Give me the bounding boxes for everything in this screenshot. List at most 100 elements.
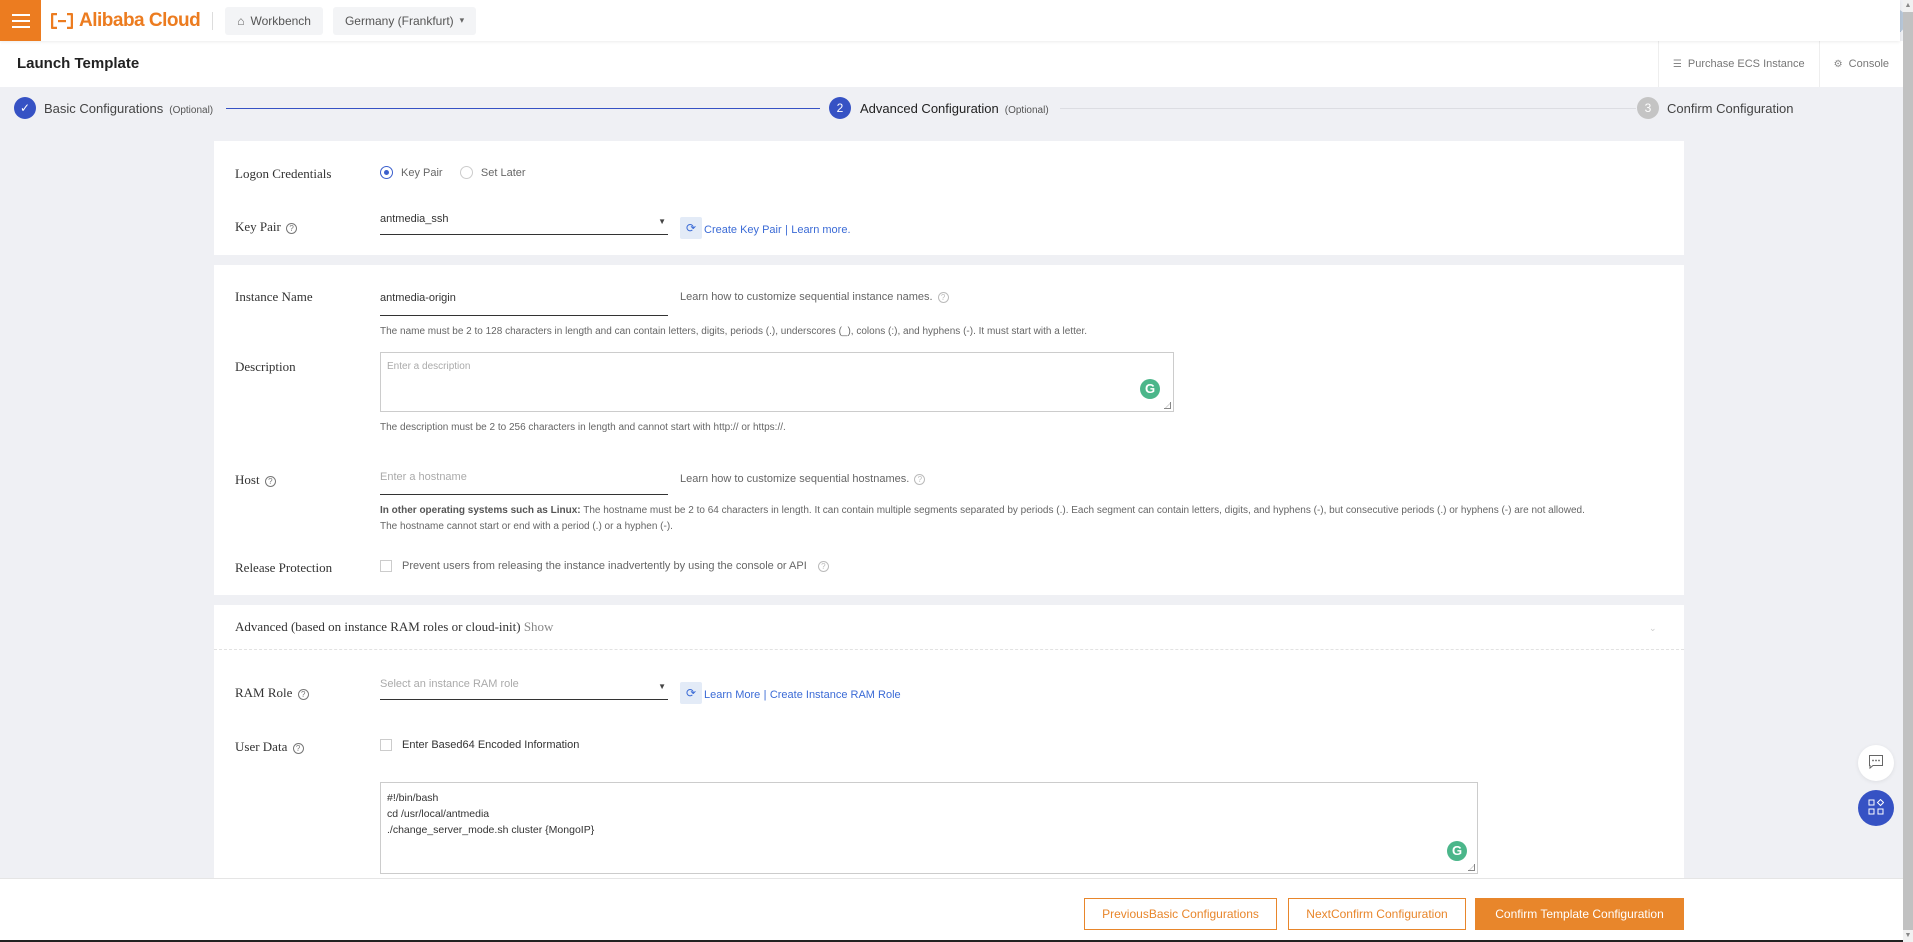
- region-label: Germany (Frankfurt): [344, 13, 454, 28]
- grammarly-icon[interactable]: G: [1140, 379, 1160, 399]
- instance-card: Instance Name antmedia-origin Learn how …: [214, 265, 1684, 595]
- help-icon[interactable]: ?: [286, 222, 298, 234]
- ram-role-label-text: RAM Role: [235, 685, 293, 700]
- page-scrollbar[interactable]: ▲ ▼: [1903, 0, 1913, 942]
- brand-logo[interactable]: Alibaba Cloud: [51, 9, 201, 32]
- user-data-label-text: User Data: [235, 739, 288, 754]
- workbench-label: Workbench: [250, 13, 311, 28]
- instance-name-label: Instance Name: [235, 289, 313, 304]
- help-icon[interactable]: ?: [292, 742, 304, 754]
- link-separator: |: [785, 224, 788, 236]
- description-label: Description: [235, 359, 296, 374]
- user-data-content: #!/bin/bash cd /usr/local/antmedia ./cha…: [387, 790, 594, 838]
- description-textarea[interactable]: Enter a description G: [380, 352, 1174, 412]
- advanced-card: Advanced (based on instance RAM roles or…: [214, 605, 1684, 878]
- radio-key-pair[interactable]: Key Pair: [380, 166, 443, 179]
- instance-name-hint-text[interactable]: Learn how to customize sequential instan…: [680, 291, 933, 303]
- ram-role-placeholder: Select an instance RAM role: [380, 678, 519, 690]
- key-pair-label-text: Key Pair: [235, 219, 281, 234]
- create-ram-role-link[interactable]: Create Instance RAM Role: [770, 689, 901, 701]
- previous-button[interactable]: PreviousBasic Configurations: [1084, 898, 1277, 930]
- next-button[interactable]: NextConfirm Configuration: [1288, 898, 1466, 930]
- resize-handle-icon[interactable]: [1468, 864, 1475, 871]
- scroll-up-arrow[interactable]: ▲: [1903, 0, 1913, 12]
- help-icon[interactable]: ?: [937, 291, 949, 303]
- release-protection-checkbox[interactable]: [380, 560, 392, 573]
- base64-option: Enter Based64 Encoded Information: [380, 739, 580, 752]
- step-2-number: 2: [829, 97, 851, 119]
- step-connector-done: [226, 108, 820, 109]
- hostname-help-bold: In other operating systems such as Linux…: [380, 505, 581, 516]
- refresh-key-pairs-button[interactable]: ⟳: [680, 217, 702, 239]
- user-data-line: cd /usr/local/antmedia: [387, 808, 490, 820]
- ram-learn-more-link[interactable]: Learn More: [704, 689, 760, 701]
- instance-name-input[interactable]: antmedia-origin: [380, 282, 668, 316]
- credentials-card: Logon Credentials Key Pair Set Later Key…: [214, 141, 1684, 255]
- release-protection-label: Release Protection: [235, 560, 333, 575]
- radio-unchecked-icon: [459, 166, 473, 179]
- link-separator: |: [763, 689, 767, 701]
- home-icon: ⌂: [237, 13, 245, 28]
- user-data-textarea[interactable]: #!/bin/bash cd /usr/local/antmedia ./cha…: [380, 782, 1478, 874]
- help-icon[interactable]: ?: [264, 475, 276, 487]
- help-icon[interactable]: ?: [297, 688, 309, 700]
- brand-name: Alibaba Cloud: [79, 9, 201, 31]
- step-1-optional: (Optional): [169, 105, 214, 116]
- advanced-show-toggle[interactable]: Show: [524, 619, 554, 634]
- step-advanced-configuration[interactable]: Advanced Configuration (Optional): [860, 101, 1049, 116]
- release-protection-text: Prevent users from releasing the instanc…: [402, 560, 807, 572]
- apps-button[interactable]: [1858, 790, 1894, 826]
- help-icon[interactable]: ?: [817, 560, 829, 572]
- top-navbar: Alibaba Cloud ⌂ Workbench Germany (Frank…: [0, 0, 1900, 41]
- chevron-down-icon[interactable]: ⌄: [1649, 623, 1657, 634]
- radio-checked-icon: [380, 166, 393, 179]
- gear-icon: ⚙: [1833, 58, 1843, 70]
- radio-key-pair-label: Key Pair: [401, 166, 443, 179]
- description-placeholder: Enter a description: [387, 361, 471, 372]
- radio-set-later-label: Set Later: [480, 166, 526, 179]
- refresh-icon: ⟳: [685, 686, 697, 700]
- console-button[interactable]: ⚙ Console: [1818, 41, 1903, 87]
- instance-name-help: The name must be 2 to 128 characters in …: [380, 326, 1088, 337]
- key-pair-value: antmedia_ssh: [380, 213, 449, 225]
- region-selector[interactable]: Germany (Frankfurt) ▾: [332, 6, 477, 35]
- chevron-down-icon: ▾: [459, 15, 465, 25]
- menu-icon-bar: [11, 13, 30, 16]
- grammarly-icon[interactable]: G: [1447, 841, 1467, 861]
- console-label: Console: [1848, 58, 1889, 70]
- key-pair-select[interactable]: antmedia_ssh ▼: [380, 207, 668, 235]
- ram-role-select[interactable]: Select an instance RAM role ▼: [380, 672, 668, 700]
- step-basic-configurations[interactable]: Basic Configurations (Optional): [44, 101, 213, 116]
- menu-icon-bar: [11, 19, 30, 22]
- refresh-ram-roles-button[interactable]: ⟳: [680, 682, 702, 704]
- resize-handle-icon[interactable]: [1164, 402, 1171, 409]
- scroll-down-arrow[interactable]: ▼: [1903, 930, 1913, 942]
- radio-set-later[interactable]: Set Later: [459, 166, 526, 179]
- step-confirm-configuration[interactable]: Confirm Configuration: [1667, 101, 1793, 116]
- base64-checkbox[interactable]: [380, 739, 392, 752]
- advanced-title: Advanced (based on instance RAM roles or…: [235, 619, 521, 634]
- learn-more-link[interactable]: Learn more.: [791, 224, 850, 236]
- step-1-label: Basic Configurations: [44, 101, 164, 116]
- user-data-line: ./change_server_mode.sh cluster {MongoIP…: [387, 824, 595, 836]
- hostname-input[interactable]: Enter a hostname: [380, 461, 668, 495]
- hostname-help-line1: The hostname must be 2 to 64 characters …: [580, 505, 1585, 516]
- user-data-line: #!/bin/bash: [387, 792, 439, 804]
- help-icon[interactable]: ?: [914, 473, 926, 485]
- logon-credentials-label: Logon Credentials: [235, 166, 332, 181]
- base64-label: Enter Based64 Encoded Information: [402, 739, 580, 751]
- confirm-template-button[interactable]: Confirm Template Configuration: [1475, 898, 1684, 930]
- hostname-help: In other operating systems such as Linux…: [380, 503, 1670, 535]
- purchase-label: Purchase ECS Instance: [1687, 58, 1805, 70]
- hostname-hint-text[interactable]: Learn how to customize sequential hostna…: [680, 473, 909, 485]
- feedback-button[interactable]: [1858, 745, 1894, 781]
- page-header: Launch Template ☰ Purchase ECS Instance …: [0, 41, 1903, 87]
- workbench-button[interactable]: ⌂ Workbench: [225, 6, 323, 35]
- hostname-placeholder: Enter a hostname: [380, 471, 467, 483]
- description-help: The description must be 2 to 256 charact…: [380, 422, 786, 433]
- advanced-section-header[interactable]: Advanced (based on instance RAM roles or…: [235, 619, 553, 635]
- create-key-pair-link[interactable]: Create Key Pair: [704, 224, 782, 236]
- step-connector-pending: [1060, 108, 1636, 109]
- purchase-ecs-button[interactable]: ☰ Purchase ECS Instance: [1657, 41, 1819, 87]
- menu-button[interactable]: [0, 0, 41, 41]
